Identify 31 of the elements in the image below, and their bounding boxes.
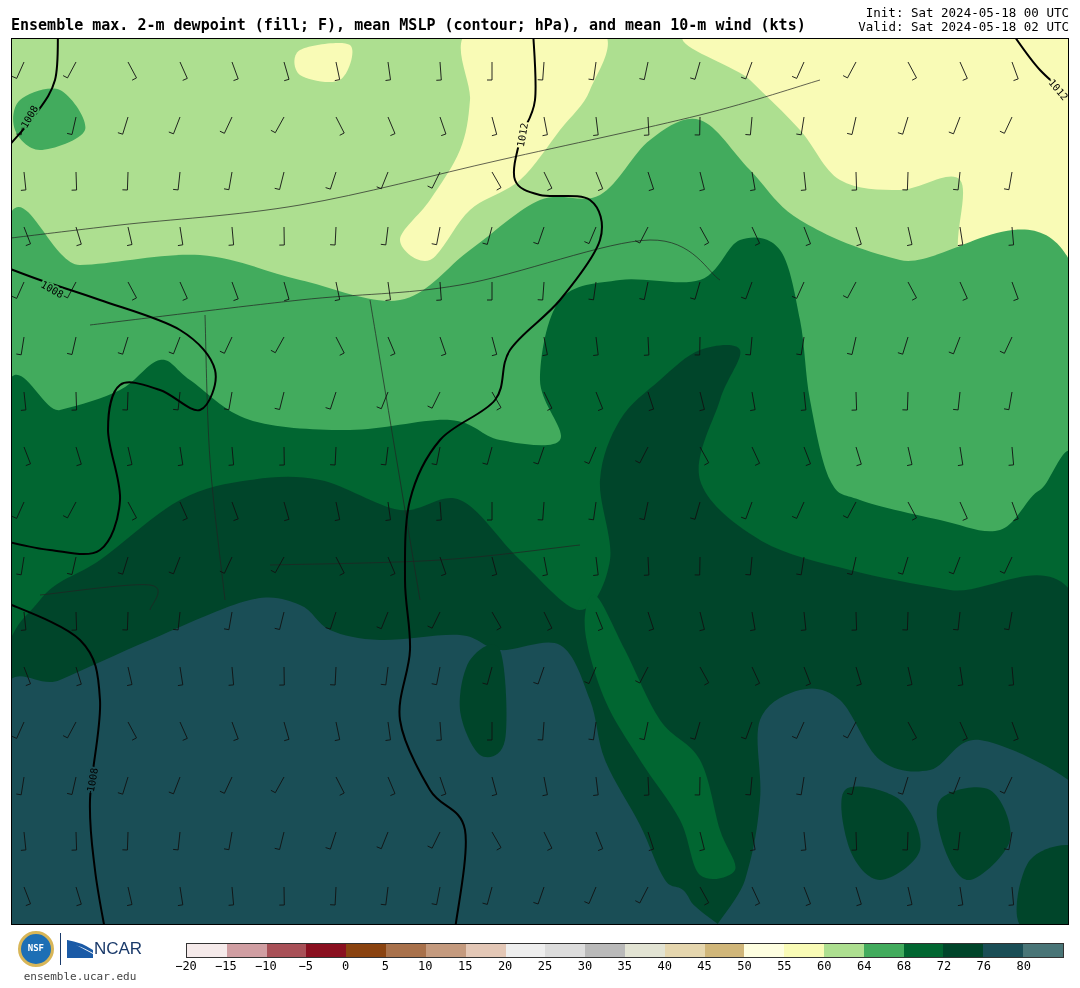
tick-label: 50 — [737, 958, 752, 974]
tick-label: 72 — [936, 958, 952, 974]
tick-label: 60 — [817, 958, 832, 974]
tick-label: −15 — [215, 958, 237, 974]
tick-label: 40 — [657, 958, 672, 974]
tick-label: 64 — [856, 958, 872, 974]
tick-label: 35 — [617, 958, 632, 974]
chart-title: Ensemble max. 2-m dewpoint (fill; F), mean MSLP (contour; hPa), and mean 10-m wind (kts) — [11, 16, 806, 34]
tick-label: 55 — [777, 958, 792, 974]
valid-time: Valid: Sat 2024-05-18 02 UTC — [858, 20, 1069, 34]
isobar-label: 1008 — [39, 278, 66, 301]
init-time: Init: Sat 2024-05-18 00 UTC — [865, 6, 1069, 20]
tick-label: −10 — [254, 958, 277, 974]
tick-label: 25 — [537, 958, 553, 974]
tick-label: 0 — [341, 958, 350, 974]
nsf-logo: NSF — [17, 931, 54, 967]
tick-label: 68 — [896, 958, 912, 974]
tick-label: 30 — [577, 958, 593, 974]
site-url: ensemble.ucar.edu — [23, 969, 137, 985]
tick-label: −5 — [298, 958, 313, 974]
tick-label: 5 — [381, 958, 390, 974]
tick-label: 76 — [976, 958, 992, 974]
tick-label: 15 — [458, 958, 473, 974]
tick-label: 45 — [697, 958, 712, 974]
isobar-label: 1012 — [515, 122, 530, 148]
tick-label: −20 — [175, 958, 197, 974]
tick-label: 20 — [497, 958, 513, 974]
ncar-mark-icon — [66, 940, 93, 958]
tick-label: 10 — [418, 958, 433, 974]
tick-label: 80 — [1016, 958, 1031, 974]
ncar-logo: NCAR — [93, 940, 143, 958]
